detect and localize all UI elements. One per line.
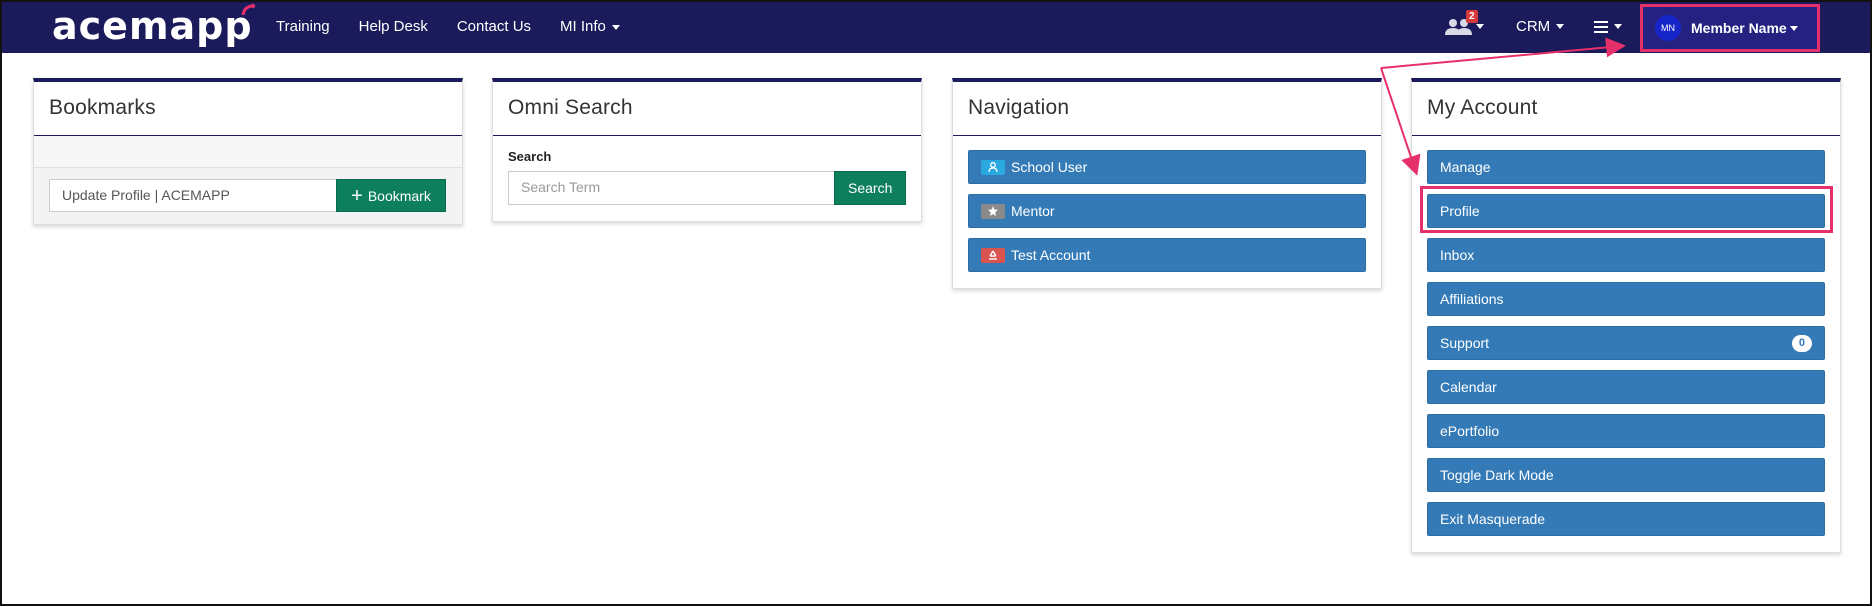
account-toggle-dark-mode-button[interactable]: Toggle Dark Mode [1427, 458, 1825, 492]
search-field-label: Search [508, 149, 552, 164]
nav-school-user-button[interactable]: School User [968, 150, 1366, 184]
logo[interactable]: acemapp [52, 3, 256, 48]
add-bookmark-button[interactable]: + Bookmark [336, 179, 446, 212]
omni-search-body: Search Search Term Search [493, 136, 921, 221]
account-item-label: Support [1440, 335, 1490, 351]
hamburger-icon [1594, 20, 1608, 33]
caret-down-icon [1789, 25, 1798, 31]
navigation-list: School User Mentor Test Account [953, 136, 1381, 288]
nav-item-label: Test Account [1011, 247, 1091, 263]
user-icon [981, 159, 1005, 175]
search-input[interactable]: Search Term [508, 171, 835, 205]
nav-link-mi-info[interactable]: MI Info [560, 18, 620, 35]
logo-text: acemapp [52, 4, 253, 48]
nav-item-label: School User [1011, 159, 1088, 175]
top-navbar: acemapp Training Help Desk Contact Us MI… [0, 0, 1872, 53]
main-menu-button[interactable] [1594, 0, 1622, 53]
bookmark-name-input[interactable]: Update Profile | ACEMAPP [49, 179, 336, 212]
plus-icon: + [351, 184, 363, 207]
recycle-icon [981, 247, 1005, 263]
avatar: MN [1655, 15, 1681, 41]
panel-title: Navigation [953, 82, 1381, 136]
member-name: Member Name [1691, 20, 1787, 36]
caret-down-icon [1556, 24, 1565, 29]
nav-link-mi-info-label: MI Info [560, 18, 606, 35]
nav-test-account-button[interactable]: Test Account [968, 238, 1366, 272]
account-affiliations-button[interactable]: Affiliations [1427, 282, 1825, 316]
mentor-icon [981, 203, 1005, 219]
support-count-badge: 0 [1791, 335, 1812, 352]
account-inbox-button[interactable]: Inbox [1427, 238, 1825, 272]
nav-link-training[interactable]: Training [276, 18, 330, 35]
omni-search-panel: Omni Search Search Search Term Search [492, 78, 922, 222]
nav-links: Training Help Desk Contact Us MI Info [276, 0, 649, 53]
nav-link-contact-us[interactable]: Contact Us [457, 18, 531, 35]
account-profile-button[interactable]: Profile [1427, 194, 1825, 228]
crm-dropdown-button[interactable]: CRM [1516, 0, 1565, 53]
logo-mark-icon [241, 3, 256, 16]
account-calendar-button[interactable]: Calendar [1427, 370, 1825, 404]
my-account-panel: My Account Manage Profile Inbox Affiliat… [1411, 78, 1841, 553]
member-dropdown-button[interactable]: MN Member Name [1640, 4, 1820, 52]
search-row: Search Term Search [508, 171, 906, 205]
panel-title: My Account [1412, 82, 1840, 136]
caret-down-icon [611, 24, 620, 30]
account-support-button[interactable]: Support 0 [1427, 326, 1825, 360]
panel-title: Omni Search [493, 82, 921, 136]
caret-down-icon [1614, 24, 1622, 29]
panel-title: Bookmarks [34, 82, 462, 136]
caret-down-icon [1476, 24, 1484, 29]
notification-badge: 2 [1466, 10, 1478, 23]
bookmarks-panel: Bookmarks Update Profile | ACEMAPP + Boo… [33, 78, 463, 225]
bookmarks-list [34, 136, 462, 168]
account-exit-masquerade-button[interactable]: Exit Masquerade [1427, 502, 1825, 536]
nav-link-help-desk[interactable]: Help Desk [359, 18, 428, 35]
add-bookmark-label: Bookmark [367, 187, 431, 204]
account-manage-button[interactable]: Manage [1427, 150, 1825, 184]
nav-item-label: Mentor [1011, 203, 1055, 219]
nav-mentor-button[interactable]: Mentor [968, 194, 1366, 228]
account-eportfolio-button[interactable]: ePortfolio [1427, 414, 1825, 448]
users-dropdown-button[interactable]: 2 [1444, 0, 1484, 53]
navigation-panel: Navigation School User Mentor Test Accou… [952, 78, 1382, 289]
crm-label: CRM [1516, 18, 1551, 35]
bookmark-form: Update Profile | ACEMAPP + Bookmark [34, 168, 462, 224]
my-account-list: Manage Profile Inbox Affiliations Suppor… [1412, 136, 1840, 552]
search-button[interactable]: Search [834, 171, 906, 205]
